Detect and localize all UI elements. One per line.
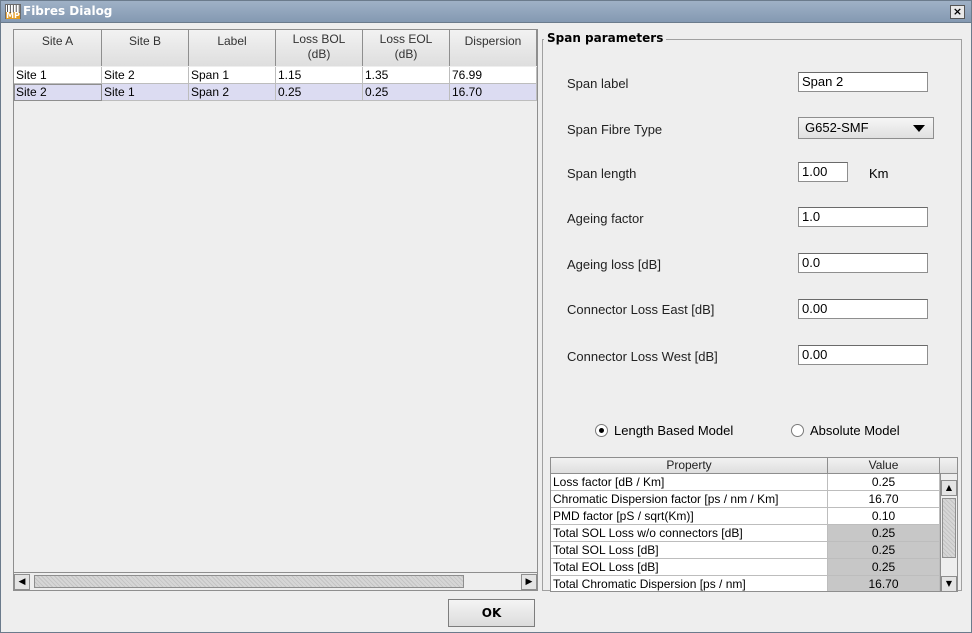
property-value[interactable]: 16.70 <box>828 491 940 508</box>
table-cell[interactable]: 0.25 <box>276 84 363 101</box>
scroll-left-icon[interactable]: ◀ <box>14 574 30 590</box>
ageing-loss-label: Ageing loss [dB] <box>567 257 661 272</box>
property-name: Total SOL Loss [dB] <box>551 542 828 559</box>
ageing-loss-input[interactable]: 0.0 <box>798 253 928 273</box>
span-length-unit: Km <box>869 166 889 181</box>
column-header-value[interactable]: Value <box>828 458 940 473</box>
ageing-factor-label: Ageing factor <box>567 211 644 226</box>
table-cell[interactable]: 76.99 <box>450 67 537 84</box>
column-header-dispersion[interactable]: Dispersion <box>450 30 537 66</box>
table-row[interactable]: Loss factor [dB / Km] 0.25 <box>551 474 957 491</box>
ageing-factor-input[interactable]: 1.0 <box>798 207 928 227</box>
property-name: Total EOL Loss [dB] <box>551 559 828 576</box>
table-row[interactable]: Total EOL Loss [dB] 0.25 <box>551 559 957 576</box>
spans-table-body: Site 1 Site 2 Span 1 1.15 1.35 76.99 Sit… <box>14 67 537 101</box>
property-value[interactable]: 0.25 <box>828 474 940 491</box>
radio-selected-icon[interactable] <box>595 423 608 437</box>
group-title: Span parameters <box>544 31 667 45</box>
scroll-thumb[interactable] <box>34 575 464 588</box>
column-header-site-b[interactable]: Site B <box>102 30 189 66</box>
table-row[interactable]: PMD factor [pS / sqrt(Km)] 0.10 <box>551 508 957 525</box>
property-name: Total SOL Loss w/o connectors [dB] <box>551 525 828 542</box>
table-cell[interactable]: Span 1 <box>189 67 276 84</box>
app-icon-letters: MP <box>6 11 20 20</box>
table-cell[interactable]: Span 2 <box>189 84 276 101</box>
table-row[interactable]: Total Chromatic Dispersion [ps / nm] 16.… <box>551 576 957 591</box>
connector-loss-west-label: Connector Loss West [dB] <box>567 349 718 364</box>
window-title: Fibres Dialog <box>23 4 113 18</box>
table-row[interactable]: Site 1 Site 2 Span 1 1.15 1.35 76.99 <box>14 67 537 84</box>
scroll-thumb[interactable] <box>942 498 956 558</box>
property-value: 0.25 <box>828 542 940 559</box>
property-value[interactable]: 0.10 <box>828 508 940 525</box>
table-row[interactable]: Total SOL Loss w/o connectors [dB] 0.25 <box>551 525 957 542</box>
vertical-scrollbar[interactable]: ▲ ▼ <box>940 474 957 591</box>
property-value: 0.25 <box>828 525 940 542</box>
property-value: 16.70 <box>828 576 940 591</box>
scroll-up-icon[interactable]: ▲ <box>941 480 957 496</box>
scroll-right-icon[interactable]: ▶ <box>521 574 537 590</box>
span-length-label: Span length <box>567 166 637 181</box>
chevron-down-icon <box>913 125 925 132</box>
table-cell[interactable]: Site 2 <box>14 84 102 101</box>
span-label-input[interactable]: Span 2 <box>798 72 928 92</box>
table-cell[interactable]: 16.70 <box>450 84 537 101</box>
close-icon[interactable]: × <box>950 5 965 19</box>
column-header-property[interactable]: Property <box>551 458 828 473</box>
app-icon: ||||| MP <box>5 4 21 20</box>
spans-table-header: Site A Site B Label Loss BOL (dB) Loss E… <box>14 30 537 66</box>
connector-loss-east-label: Connector Loss East [dB] <box>567 302 715 317</box>
table-cell[interactable]: Site 2 <box>102 67 189 84</box>
connector-loss-east-input[interactable]: 0.00 <box>798 299 928 319</box>
table-row[interactable]: Chromatic Dispersion factor [ps / nm / K… <box>551 491 957 508</box>
title-bar[interactable]: ||||| MP Fibres Dialog × <box>1 1 971 23</box>
table-row-selected[interactable]: Site 2 Site 1 Span 2 0.25 0.25 16.70 <box>14 84 537 101</box>
absolute-model-option[interactable]: Absolute Model <box>791 422 900 438</box>
property-name: Chromatic Dispersion factor [ps / nm / K… <box>551 491 828 508</box>
column-header-site-a[interactable]: Site A <box>14 30 102 66</box>
table-cell[interactable]: 0.25 <box>363 84 450 101</box>
fibre-type-select[interactable]: G652-SMF <box>798 117 934 139</box>
column-header-loss-bol[interactable]: Loss BOL (dB) <box>276 30 363 66</box>
span-label-label: Span label <box>567 76 629 91</box>
span-parameters-group: Span parameters Span label Span 2 Span F… <box>542 31 962 592</box>
fibre-type-label: Span Fibre Type <box>567 122 663 137</box>
ok-button[interactable]: OK <box>448 599 535 627</box>
table-cell[interactable]: 1.15 <box>276 67 363 84</box>
absolute-model-label: Absolute Model <box>810 422 900 438</box>
fibres-dialog-window: ||||| MP Fibres Dialog × Site A Site B L… <box>0 0 972 633</box>
property-table: Property Value Loss factor [dB / Km] 0.2… <box>550 457 958 592</box>
property-name: Total Chromatic Dispersion [ps / nm] <box>551 576 828 591</box>
spans-table: Site A Site B Label Loss BOL (dB) Loss E… <box>13 29 538 591</box>
connector-loss-west-input[interactable]: 0.00 <box>798 345 928 365</box>
table-row[interactable]: Total SOL Loss [dB] 0.25 <box>551 542 957 559</box>
fibre-type-value: G652-SMF <box>805 120 869 135</box>
property-name: Loss factor [dB / Km] <box>551 474 828 491</box>
length-based-model-option[interactable]: Length Based Model <box>595 422 733 438</box>
table-cell[interactable]: 1.35 <box>363 67 450 84</box>
table-cell[interactable]: Site 1 <box>102 84 189 101</box>
column-header-label[interactable]: Label <box>189 30 276 66</box>
property-name: PMD factor [pS / sqrt(Km)] <box>551 508 828 525</box>
horizontal-scrollbar[interactable]: ◀ ▶ <box>14 572 537 590</box>
property-value: 0.25 <box>828 559 940 576</box>
length-based-model-label: Length Based Model <box>614 422 734 438</box>
table-cell[interactable]: Site 1 <box>14 67 102 84</box>
span-length-input[interactable]: 1.00 <box>798 162 848 182</box>
property-table-header: Property Value <box>551 458 957 474</box>
span-parameters-panel: Span parameters Span label Span 2 Span F… <box>542 29 963 592</box>
scroll-down-icon[interactable]: ▼ <box>941 576 957 591</box>
radio-unselected-icon[interactable] <box>791 423 804 437</box>
column-header-loss-eol[interactable]: Loss EOL (dB) <box>363 30 450 66</box>
